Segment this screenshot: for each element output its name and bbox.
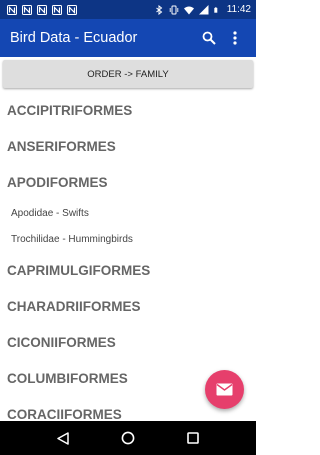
system-icons: 11:42 bbox=[154, 4, 251, 15]
family-item[interactable]: Apodidae - Swifts bbox=[0, 200, 256, 226]
app-bar: Bird Data - Ecuador bbox=[0, 19, 256, 57]
order-item[interactable]: CICONIIFORMES bbox=[0, 324, 256, 360]
order-item[interactable]: CAPRIMULGIFORMES bbox=[0, 252, 256, 288]
clock: 11:42 bbox=[226, 4, 251, 15]
n-icon bbox=[52, 4, 62, 15]
signal-icon bbox=[198, 4, 209, 14]
home-button[interactable] bbox=[116, 426, 140, 450]
more-vert-icon bbox=[233, 31, 237, 45]
family-item[interactable]: Trochilidae - Hummingbirds bbox=[0, 226, 256, 252]
vibrate-icon bbox=[169, 5, 178, 14]
n-icon bbox=[22, 4, 32, 15]
order-item[interactable]: ACCIPITRIFORMES bbox=[0, 92, 256, 128]
back-button[interactable] bbox=[51, 426, 75, 450]
recents-button[interactable] bbox=[181, 426, 205, 450]
wifi-icon bbox=[183, 6, 194, 14]
system-nav-bar bbox=[0, 421, 256, 455]
home-icon bbox=[121, 431, 135, 445]
battery-icon bbox=[214, 6, 218, 13]
email-fab-button[interactable] bbox=[205, 370, 244, 409]
n-icon bbox=[7, 4, 17, 15]
status-bar: 11:42 bbox=[0, 0, 256, 19]
email-icon bbox=[216, 383, 233, 396]
n-icon bbox=[67, 4, 77, 15]
bluetooth-icon bbox=[155, 4, 163, 15]
app-title: Bird Data - Ecuador bbox=[10, 30, 138, 46]
overflow-menu-button[interactable] bbox=[222, 25, 248, 51]
notification-icons bbox=[7, 4, 77, 15]
back-icon bbox=[56, 431, 69, 445]
order-item[interactable]: CHARADRIIFORMES bbox=[0, 288, 256, 324]
search-icon bbox=[202, 31, 216, 45]
order-family-toggle-button[interactable]: ORDER -> FAMILY bbox=[3, 60, 253, 88]
order-item[interactable]: APODIFORMES bbox=[0, 164, 256, 200]
order-item[interactable]: ANSERIFORMES bbox=[0, 128, 256, 164]
n-icon bbox=[37, 4, 47, 15]
recents-icon bbox=[187, 432, 200, 444]
search-button[interactable] bbox=[196, 25, 222, 51]
